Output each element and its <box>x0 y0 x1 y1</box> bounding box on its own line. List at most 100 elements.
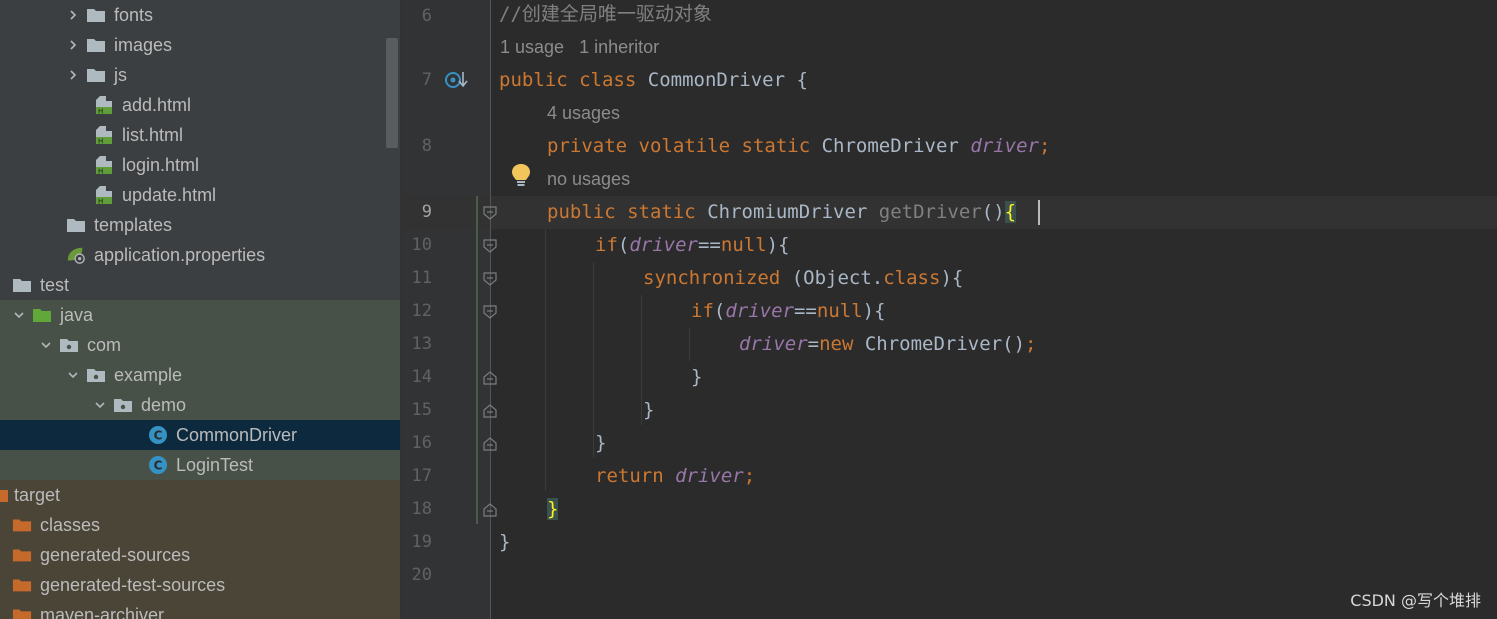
tree-item-maven-archiver[interactable]: maven-archiver <box>0 600 400 619</box>
code-vision-class[interactable]: 1 usage 1 inheritor <box>500 31 659 64</box>
folder-icon <box>86 66 106 84</box>
spring-properties-icon <box>66 246 86 264</box>
field-name: driver <box>970 135 1039 157</box>
code-line-6[interactable]: //创建全局唯一驱动对象 <box>499 0 712 31</box>
tree-item-com[interactable]: com <box>0 330 400 360</box>
tree-item-label: update.html <box>122 184 217 205</box>
method-name: getDriver <box>878 201 982 223</box>
fold-close-icon[interactable] <box>483 503 497 517</box>
tree-item-java[interactable]: java <box>0 300 400 330</box>
svg-text:H: H <box>98 108 103 116</box>
keyword: static <box>741 135 811 157</box>
tree-item-label: images <box>114 34 173 55</box>
tree-item-images[interactable]: images <box>0 30 400 60</box>
tree-item-login-html[interactable]: H login.html <box>0 150 400 180</box>
text-caret <box>1038 200 1040 225</box>
tree-item-example[interactable]: example <box>0 360 400 390</box>
chevron-right-icon[interactable] <box>66 8 80 22</box>
code-line-10[interactable]: if(driver==null){ <box>595 229 790 262</box>
line-number: 16 <box>411 433 432 453</box>
code-line-11[interactable]: synchronized (Object.class){ <box>643 262 963 295</box>
tree-item-generated-test-sources[interactable]: generated-test-sources <box>0 570 400 600</box>
keyword: if <box>691 300 714 322</box>
tree-item-demo[interactable]: demo <box>0 390 400 420</box>
line-number: 6 <box>421 6 432 26</box>
inheritors-hint[interactable]: 1 inheritor <box>579 37 659 57</box>
tree-item-label: generated-sources <box>40 544 191 565</box>
inheritor-gutter-icon[interactable] <box>445 70 469 90</box>
line-number: 10 <box>411 235 432 255</box>
folder-icon <box>86 6 106 24</box>
tree-item-label: test <box>40 274 70 295</box>
tree-item-application-properties[interactable]: application.properties <box>0 240 400 270</box>
tree-item-update-html[interactable]: H update.html <box>0 180 400 210</box>
chevron-down-icon[interactable] <box>39 338 53 352</box>
fold-close-icon[interactable] <box>483 437 497 451</box>
tree-scrollbar[interactable] <box>386 38 398 148</box>
tree-item-js[interactable]: js <box>0 60 400 90</box>
code-line-12[interactable]: if(driver==null){ <box>691 295 886 328</box>
lightbulb-icon[interactable] <box>510 162 532 188</box>
code-line-14[interactable]: } <box>691 361 702 394</box>
line-number: 18 <box>411 499 432 519</box>
usages-hint[interactable]: no usages <box>547 169 630 189</box>
tree-item-fonts[interactable]: fonts <box>0 0 400 30</box>
punct: ){ <box>940 267 964 289</box>
punct: (Object. <box>780 267 884 289</box>
chevron-down-icon[interactable] <box>66 368 80 382</box>
operator: = <box>807 333 820 355</box>
code-line-18[interactable]: } <box>547 493 559 526</box>
chevron-right-icon[interactable] <box>66 38 80 52</box>
fold-open-icon[interactable] <box>483 206 497 220</box>
line-number: 9 <box>421 202 432 222</box>
code-vision-field[interactable]: 4 usages <box>547 97 620 130</box>
tree-item-add-html[interactable]: H add.html <box>0 90 400 120</box>
chevron-right-icon[interactable] <box>66 68 80 82</box>
line-number: 8 <box>421 136 432 156</box>
fold-open-icon[interactable] <box>483 272 497 286</box>
code-line-19[interactable]: } <box>499 526 510 559</box>
fold-close-icon[interactable] <box>483 371 497 385</box>
tree-item-label: generated-test-sources <box>40 574 226 595</box>
code-line-13[interactable]: driver=new ChromeDriver(); <box>739 328 1036 361</box>
tree-item-commondriver[interactable]: C CommonDriver <box>0 420 400 450</box>
chevron-down-icon[interactable] <box>12 308 26 322</box>
line-number: 7 <box>421 70 432 90</box>
tree-item-classes[interactable]: classes <box>0 510 400 540</box>
operator: == <box>793 300 817 322</box>
code-line-9[interactable]: public static ChromiumDriver getDriver()… <box>547 196 1017 229</box>
matched-brace: { <box>1004 201 1017 223</box>
keyword: public <box>547 201 616 223</box>
html-file-icon: H <box>94 96 114 116</box>
line-number: 14 <box>411 367 432 387</box>
excluded-folder-icon <box>0 486 8 504</box>
tree-item-label: add.html <box>122 94 192 115</box>
code-line-7[interactable]: public class CommonDriver { <box>499 64 808 97</box>
fold-open-icon[interactable] <box>483 305 497 319</box>
punct: ( <box>713 300 726 322</box>
code-line-16[interactable]: } <box>595 427 606 460</box>
tree-item-templates[interactable]: templates <box>0 210 400 240</box>
change-marker[interactable] <box>476 196 478 524</box>
line-number: 19 <box>411 532 432 552</box>
code-line-15[interactable]: } <box>643 394 654 427</box>
tree-item-logintest[interactable]: C LoginTest <box>0 450 400 480</box>
tree-item-target[interactable]: target <box>0 480 400 510</box>
tree-item-list-html[interactable]: H list.html <box>0 120 400 150</box>
field-name: driver <box>725 300 794 322</box>
chevron-down-icon[interactable] <box>93 398 107 412</box>
folder-icon <box>86 36 106 54</box>
tree-item-test[interactable]: test <box>0 270 400 300</box>
field-name: driver <box>629 234 698 256</box>
tree-item-label: LoginTest <box>176 454 254 475</box>
fold-close-icon[interactable] <box>483 404 497 418</box>
usages-hint[interactable]: 4 usages <box>547 103 620 123</box>
code-line-17[interactable]: return driver; <box>595 460 755 493</box>
code-vision-method[interactable]: no usages <box>547 163 630 196</box>
indent-guide <box>593 262 594 458</box>
package-icon <box>86 366 106 384</box>
tree-item-generated-sources[interactable]: generated-sources <box>0 540 400 570</box>
usages-hint[interactable]: 1 usage <box>500 37 564 57</box>
code-line-8[interactable]: private volatile static ChromeDriver dri… <box>547 130 1050 163</box>
fold-open-icon[interactable] <box>483 239 497 253</box>
